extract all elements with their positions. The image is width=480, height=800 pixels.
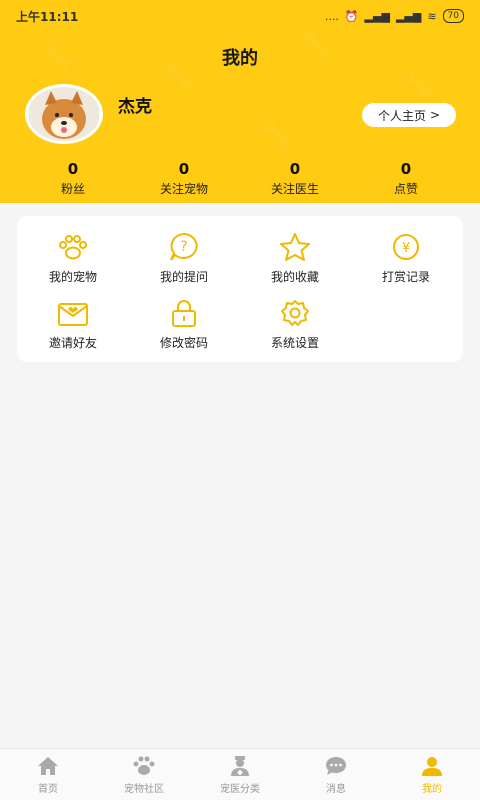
stat-followed-pets[interactable]: 0 关注宠物	[129, 160, 239, 197]
star-icon	[280, 233, 310, 261]
gear-icon	[281, 300, 309, 326]
paw-icon	[133, 756, 155, 775]
tab-label: 宠物社区	[124, 784, 164, 795]
bottom-tab-bar: 首页 宠物社区 宠医分类 消息 我的	[0, 748, 480, 800]
stat-value: 0	[400, 160, 412, 178]
page-title: 我的	[222, 48, 258, 69]
avatar[interactable]	[25, 84, 103, 144]
stat-value: 0	[67, 160, 79, 178]
menu-system-settings[interactable]: 系统设置	[240, 298, 350, 358]
status-time: 上午11:11	[16, 9, 79, 24]
menu-label: 我的提问	[159, 270, 208, 284]
tab-label: 首页	[38, 784, 58, 795]
paw-icon	[59, 235, 87, 260]
menu-label: 修改密码	[159, 336, 208, 350]
personal-homepage-label: 个人主页	[377, 108, 426, 123]
menu-my-pets[interactable]: 我的宠物	[18, 232, 128, 292]
bone-pattern-icon: 🦴	[260, 120, 295, 153]
menu-my-questions[interactable]: ? 我的提问	[129, 232, 239, 292]
message-icon	[326, 757, 346, 775]
stat-value: 0	[289, 160, 301, 178]
stat-label: 关注医生	[270, 182, 319, 196]
svg-text:?: ?	[180, 239, 187, 255]
tab-pet-community[interactable]: 宠物社区	[96, 749, 192, 800]
bone-pattern-icon: 🦴	[400, 70, 435, 103]
status-signal: ....	[324, 9, 339, 23]
stats-row: 0 粉丝 0 关注宠物 0 关注医生 0 点赞	[0, 160, 480, 200]
stat-label: 点赞	[393, 182, 418, 196]
tab-label: 宠医分类	[220, 784, 260, 795]
battery-icon: 70	[442, 9, 464, 23]
stat-followed-doctors[interactable]: 0 关注医生	[240, 160, 350, 197]
menu-invite-friends[interactable]: 邀请好友	[18, 298, 128, 358]
status-bar: 上午11:11 .... ⏰ ▂▄▆ ▂▄▆ ≋ 70	[0, 0, 480, 32]
invite-envelope-icon	[58, 303, 88, 326]
alarm-icon: ⏰	[344, 9, 359, 23]
stat-fans[interactable]: 0 粉丝	[18, 160, 128, 197]
tab-label: 消息	[326, 784, 346, 795]
stat-label: 关注宠物	[159, 182, 208, 196]
cell-signal-icon: ▂▄▆	[364, 9, 390, 23]
wifi-icon: ≋	[427, 9, 437, 23]
cell-signal-icon: ▂▄▆	[395, 9, 422, 23]
profile-header: 🦴 🦴 🦴 🦴 🦴 上午11:11 .... ⏰ ▂▄▆ ▂▄▆ ≋ 70 我的	[0, 0, 480, 203]
menu-reward-records[interactable]: ¥ 打赏记录	[351, 232, 461, 292]
chevron-right-icon: >	[429, 108, 441, 122]
tab-home[interactable]: 首页	[0, 749, 96, 800]
tab-label: 我的	[422, 784, 442, 795]
stat-value: 0	[178, 160, 190, 178]
user-icon	[422, 757, 442, 776]
yen-icon: ¥	[393, 234, 419, 260]
stat-likes[interactable]: 0 点赞	[351, 160, 461, 197]
svg-text:¥: ¥	[402, 241, 410, 256]
menu-change-password[interactable]: 修改密码	[129, 298, 239, 358]
menu-label: 打赏记录	[381, 270, 430, 284]
menu-label: 系统设置	[270, 336, 319, 350]
menu-label: 我的宠物	[48, 270, 97, 284]
menu-card: 我的宠物 ? 我的提问 我的收藏 ¥ 打赏记录 邀请好友 修改密码 系统设置	[17, 216, 463, 362]
menu-label: 我的收藏	[270, 270, 319, 284]
menu-my-favorites[interactable]: 我的收藏	[240, 232, 350, 292]
question-icon: ?	[170, 232, 198, 261]
dog-avatar-image	[29, 87, 99, 141]
personal-homepage-button[interactable]: 个人主页 >	[362, 103, 456, 127]
tab-vet-categories[interactable]: 宠医分类	[192, 749, 288, 800]
tab-messages[interactable]: 消息	[288, 749, 384, 800]
lock-icon	[172, 300, 196, 327]
menu-label: 邀请好友	[48, 336, 97, 350]
doctor-icon	[231, 756, 249, 776]
tab-mine[interactable]: 我的	[384, 749, 480, 800]
home-icon	[38, 757, 58, 775]
username[interactable]: 杰克	[118, 92, 152, 117]
stat-label: 粉丝	[60, 182, 85, 196]
